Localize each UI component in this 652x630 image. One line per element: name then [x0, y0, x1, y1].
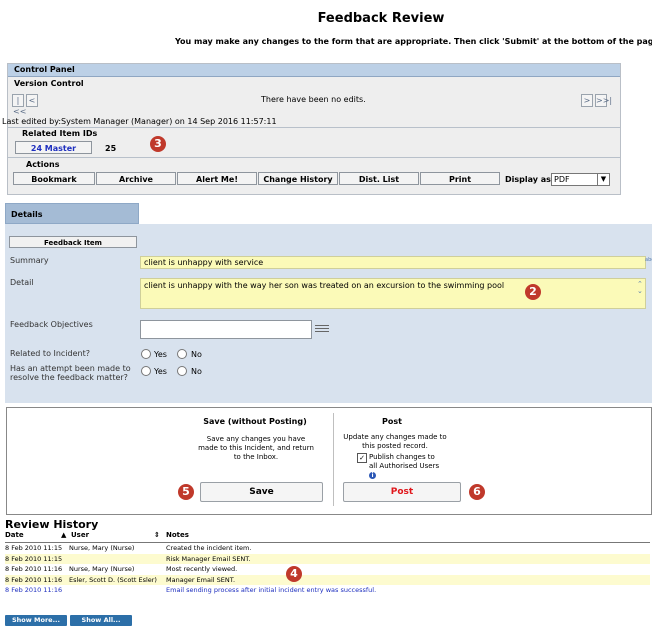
save-button[interactable]: Save [200, 482, 323, 502]
bookmark-button[interactable]: Bookmark [13, 172, 95, 185]
related-ids-label: Related Item IDs [22, 129, 98, 138]
row-notes: Manager Email SENT. [166, 575, 236, 584]
callout-badge-2: 2 [525, 284, 541, 300]
table-header: Date ▲ User ⇕ Notes [5, 531, 650, 543]
no-edits-text: There have been no edits. [261, 95, 366, 104]
show-more-button[interactable]: Show More... [5, 615, 67, 626]
table-row[interactable]: 8 Feb 2010 11:16 Email sending process a… [5, 585, 650, 596]
scroll-arrows-icon[interactable]: ⌃ ⌄ [637, 281, 646, 295]
attempt-no-radio[interactable] [177, 366, 187, 376]
detail-label: Detail [10, 278, 34, 287]
publish-label: Publish changes to all Authorised Users … [369, 453, 440, 479]
row-date: 8 Feb 2010 11:16 [5, 586, 63, 594]
last-version-button[interactable]: >>| [595, 94, 612, 107]
attempt-yes-label: Yes [154, 367, 167, 376]
post-title: Post [382, 417, 402, 426]
summary-label: Summary [10, 256, 49, 265]
review-history-table: Date ▲ User ⇕ Notes 8 Feb 2010 11:15 Nur… [5, 531, 650, 596]
list-icon[interactable] [315, 324, 329, 334]
feedback-objectives-field[interactable] [140, 320, 312, 339]
row-date: 8 Feb 2010 11:16 [5, 575, 63, 584]
first-version-button[interactable]: |<< [12, 94, 26, 116]
control-panel-header: Control Panel [8, 64, 620, 77]
table-row[interactable]: 8 Feb 2010 11:15 Nurse, Mary (Nurse) Cre… [5, 543, 650, 554]
display-as-label: Display as: [505, 175, 555, 184]
incident-yes-radio[interactable] [141, 349, 151, 359]
summary-field[interactable]: client is unhappy with service [140, 256, 646, 269]
dist-list-button[interactable]: Dist. List [339, 172, 419, 185]
row-date: 8 Feb 2010 11:15 [5, 544, 63, 552]
detail-field[interactable]: client is unhappy with the way her son w… [140, 278, 646, 309]
row-date: 8 Feb 2010 11:15 [5, 554, 63, 563]
submit-panel [6, 407, 652, 515]
show-all-button[interactable]: Show All... [70, 615, 132, 626]
user-column-header[interactable]: User [71, 531, 89, 539]
row-user: Esler, Scott D. (Scott Esler) [69, 575, 157, 584]
display-as-select[interactable]: PDF ▼ [551, 173, 610, 186]
control-panel: Control Panel Version Control |<< < Ther… [2, 63, 621, 195]
sort-icon[interactable]: ⇕ [154, 531, 160, 539]
date-column-header[interactable]: Date [5, 531, 24, 539]
callout-badge-5: 5 [178, 484, 194, 500]
divider [8, 127, 620, 128]
table-row[interactable]: 8 Feb 2010 11:16 Nurse, Mary (Nurse) Mos… [5, 564, 650, 575]
attempt-resolve-label: Has an attempt been made to resolve the … [10, 364, 131, 382]
next-version-button[interactable]: > [581, 94, 593, 107]
callout-badge-6: 6 [469, 484, 485, 500]
notes-column-header[interactable]: Notes [166, 531, 189, 539]
chevron-down-icon[interactable]: ▼ [597, 174, 609, 185]
feedback-objectives-label: Feedback Objectives [10, 320, 93, 329]
row-notes: Risk Manager Email SENT. [166, 554, 251, 563]
attempt-yes-radio[interactable] [141, 366, 151, 376]
print-button[interactable]: Print [420, 172, 500, 185]
post-button[interactable]: Post [343, 482, 461, 502]
incident-no-label: No [191, 350, 202, 359]
divider [8, 157, 620, 158]
publish-checkbox[interactable]: ✓ [357, 453, 367, 463]
change-history-button[interactable]: Change History [258, 172, 338, 185]
row-date: 8 Feb 2010 11:16 [5, 565, 63, 573]
spellcheck-icon[interactable]: abc [645, 256, 652, 264]
save-description: Save any changes you have made to this I… [198, 435, 314, 461]
row-notes: Created the incident item. [166, 544, 252, 552]
archive-button[interactable]: Archive [96, 172, 176, 185]
incident-yes-label: Yes [154, 350, 167, 359]
control-panel-title: Control Panel [14, 65, 75, 74]
post-description: Update any changes made to this posted r… [343, 433, 447, 450]
incident-no-radio[interactable] [177, 349, 187, 359]
row-user: Nurse, Mary (Nurse) [69, 544, 135, 552]
page-subtitle: You may make any changes to the form tha… [175, 37, 652, 46]
alert-me-button[interactable]: Alert Me! [177, 172, 257, 185]
attempt-no-label: No [191, 367, 202, 376]
row-notes: Email sending process after initial inci… [166, 586, 377, 594]
last-edited-text: Last edited by:System Manager (Manager) … [2, 117, 277, 126]
divider [333, 413, 334, 506]
review-history-title: Review History [5, 518, 99, 531]
row-user: Nurse, Mary (Nurse) [69, 565, 135, 573]
feedback-item-button[interactable]: Feedback Item [9, 236, 137, 248]
row-notes: Most recently viewed. [166, 565, 238, 573]
save-title: Save (without Posting) [203, 417, 307, 426]
callout-badge-4: 4 [286, 566, 302, 582]
prev-version-button[interactable]: < [26, 94, 38, 107]
related-item-24-link[interactable]: 24 Master [15, 141, 92, 154]
related-item-25: 25 [105, 144, 117, 153]
display-as-value: PDF [554, 175, 570, 184]
tab-details[interactable]: Details [5, 203, 139, 224]
page-title: Feedback Review [317, 11, 445, 26]
sort-asc-icon[interactable]: ▲ [61, 531, 66, 539]
related-incident-label: Related to Incident? [10, 349, 91, 358]
version-control-label: Version Control [14, 79, 84, 88]
table-row[interactable]: 8 Feb 2010 11:16 Esler, Scott D. (Scott … [5, 574, 650, 585]
info-icon[interactable]: i [369, 472, 376, 479]
callout-badge-3: 3 [150, 136, 166, 152]
actions-label: Actions [26, 160, 60, 169]
table-row[interactable]: 8 Feb 2010 11:15 Risk Manager Email SENT… [5, 553, 650, 564]
